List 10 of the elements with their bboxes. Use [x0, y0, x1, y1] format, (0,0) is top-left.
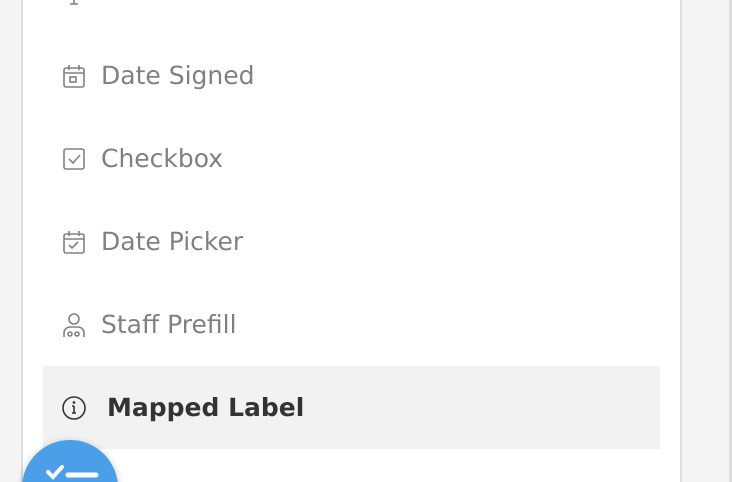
field-type-item[interactable]: Date Signed [43, 34, 660, 117]
calendar-check-icon [61, 228, 87, 254]
checkbox-icon [61, 146, 87, 172]
field-type-item[interactable]: Checkbox [43, 117, 660, 200]
field-type-item[interactable]: Date Picker [43, 200, 660, 283]
info-icon [61, 394, 87, 420]
field-type-item[interactable]: Staff Prefill [43, 283, 660, 366]
field-type-item[interactable]: Mapped Label [43, 366, 660, 449]
calendar-icon [61, 62, 87, 88]
person-icon [61, 312, 87, 338]
